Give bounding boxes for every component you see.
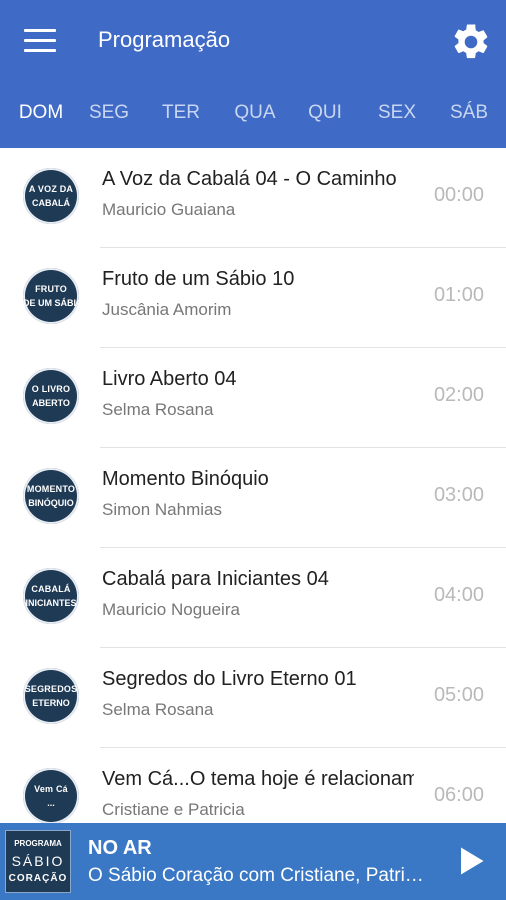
on-air-label: NO AR xyxy=(88,837,152,859)
tab-seg[interactable]: SEG xyxy=(74,102,144,124)
program-time: 01:00 xyxy=(433,284,484,306)
program-host: Simon Nahmias xyxy=(102,500,222,519)
program-time: 04:00 xyxy=(433,584,484,606)
program-host: Juscânia Amorim xyxy=(102,300,232,319)
program-title: Livro Aberto 04 xyxy=(102,368,237,390)
program-title: Momento Binóquio xyxy=(102,468,269,490)
app-bar: Programação DOM SEG TER QUA QUI SEX SÁB xyxy=(0,0,506,148)
program-host: Mauricio Guaiana xyxy=(102,200,236,219)
program-logo: CABALÁ INICIANTES xyxy=(23,568,79,624)
tab-qua[interactable]: QUA xyxy=(220,102,290,124)
now-playing-title: O Sábio Coração com Cristiane, Patricia xyxy=(88,865,428,886)
program-logo: O LIVRO ABERTO xyxy=(23,368,79,424)
program-title: A Voz da Cabalá 04 - O Caminho xyxy=(102,168,397,190)
schedule-list: A VOZ DA CABALÁ A Voz da Cabalá 04 - O Ca… xyxy=(0,148,506,823)
play-icon[interactable] xyxy=(452,843,488,879)
program-time: 05:00 xyxy=(433,684,484,706)
program-title: Vem Cá...O tema hoje é relacionamento xyxy=(102,768,414,790)
schedule-row[interactable]: O LIVRO ABERTO Livro Aberto 04 Selma Rosa… xyxy=(0,348,506,448)
tab-sab[interactable]: SÁB xyxy=(434,102,504,124)
schedule-row[interactable]: A VOZ DA CABALÁ A Voz da Cabalá 04 - O Ca… xyxy=(0,148,506,248)
program-title: Segredos do Livro Eterno 01 xyxy=(102,668,357,690)
schedule-row[interactable]: SEGREDOS ETERNO Segredos do Livro Eterno … xyxy=(0,648,506,748)
now-playing-bar[interactable]: PROGRAMA SÁBIO CORAÇÃO NO AR O Sábio Cor… xyxy=(0,823,506,900)
program-logo: SEGREDOS ETERNO xyxy=(23,668,79,724)
program-title: Fruto de um Sábio 10 xyxy=(102,268,295,290)
schedule-row[interactable]: Vem Cá... Vem Cá...O tema hoje é relacio… xyxy=(0,748,506,823)
tab-dom[interactable]: DOM xyxy=(6,102,76,124)
program-logo: A VOZ DA CABALÁ xyxy=(23,168,79,224)
now-playing-thumbnail: PROGRAMA SÁBIO CORAÇÃO xyxy=(5,830,71,893)
program-host: Mauricio Nogueira xyxy=(102,600,240,619)
program-time: 06:00 xyxy=(433,784,484,806)
tab-sex[interactable]: SEX xyxy=(362,102,432,124)
program-time: 02:00 xyxy=(433,384,484,406)
program-host: Selma Rosana xyxy=(102,700,214,719)
program-host: Cristiane e Patricia xyxy=(102,800,245,819)
program-time: 00:00 xyxy=(433,184,484,206)
tab-qui[interactable]: QUI xyxy=(290,102,360,124)
tab-ter[interactable]: TER xyxy=(146,102,216,124)
program-time: 03:00 xyxy=(433,484,484,506)
settings-gear-icon[interactable] xyxy=(450,21,492,63)
program-title: Cabalá para Iniciantes 04 xyxy=(102,568,329,590)
program-logo: FRUTO DE UM SÁBIO xyxy=(23,268,79,324)
page-title: Programação xyxy=(98,27,231,52)
day-tabs: DOM SEG TER QUA QUI SEX SÁB xyxy=(0,84,506,148)
schedule-row[interactable]: MOMENTO BINÓQUIO Momento Binóquio Simon N… xyxy=(0,448,506,548)
menu-icon[interactable] xyxy=(24,29,56,53)
program-host: Selma Rosana xyxy=(102,400,214,419)
program-logo: MOMENTO BINÓQUIO xyxy=(23,468,79,524)
schedule-row[interactable]: FRUTO DE UM SÁBIO Fruto de um Sábio 10 Ju… xyxy=(0,248,506,348)
program-logo: Vem Cá... xyxy=(23,768,79,823)
schedule-row[interactable]: CABALÁ INICIANTES Cabalá para Iniciantes … xyxy=(0,548,506,648)
